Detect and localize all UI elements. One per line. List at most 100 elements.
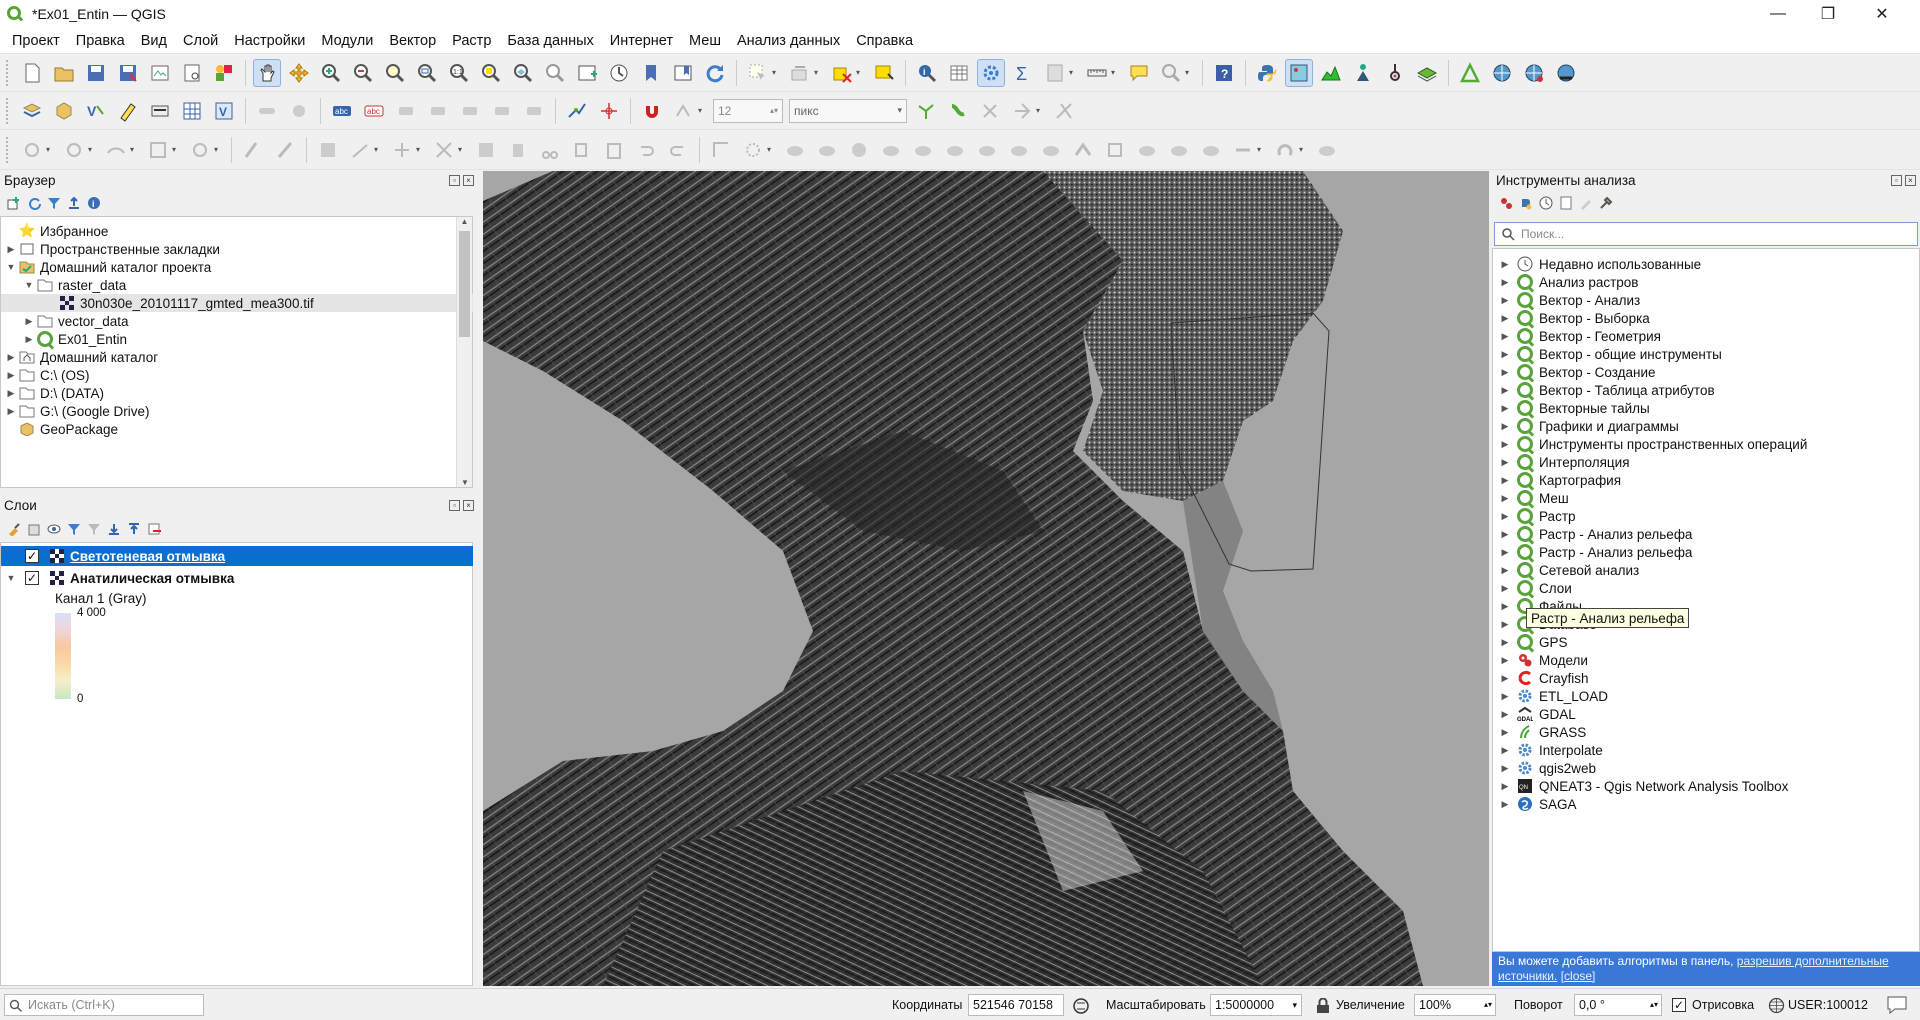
- scale-combo[interactable]: 1:5000000 ▾: [1210, 994, 1302, 1016]
- select-by-value-button[interactable]: [786, 59, 814, 87]
- snapping-button[interactable]: [563, 97, 591, 125]
- trace-tool-button[interactable]: [912, 97, 940, 125]
- digitize-button[interactable]: [114, 97, 142, 125]
- processing-item[interactable]: ▶ Векторные тайлы: [1499, 399, 1650, 417]
- expand-arrow-icon[interactable]: ▶: [1499, 601, 1511, 612]
- cross-tool-button[interactable]: [976, 97, 1004, 125]
- paste-features-button[interactable]: [600, 136, 628, 164]
- menu-plugins[interactable]: Модули: [313, 28, 381, 54]
- close-panel-button[interactable]: ×: [463, 500, 474, 511]
- trace-snap-button[interactable]: [944, 97, 972, 125]
- crs-label[interactable]: USER:100012: [1788, 994, 1868, 1016]
- label-unit-combo[interactable]: пикс ▾: [789, 98, 907, 123]
- processing-item[interactable]: ▶ Вектор - Создание: [1499, 363, 1656, 381]
- label-move-button[interactable]: [456, 97, 484, 125]
- modify-attributes-button[interactable]: [472, 136, 500, 164]
- expand-arrow-icon[interactable]: ▶: [1499, 529, 1511, 540]
- attribute-table-button[interactable]: [945, 59, 973, 87]
- layer-item-hillshade[interactable]: ✓ Светотеневая отмывка: [1, 546, 473, 566]
- new-project-button[interactable]: [18, 59, 46, 87]
- map-tips-button[interactable]: [1125, 59, 1153, 87]
- python-console-button[interactable]: [1253, 59, 1281, 87]
- menu-web[interactable]: Интернет: [602, 28, 681, 54]
- browser-item-home[interactable]: ▶ Домашний каталог: [5, 348, 159, 366]
- maximize-button[interactable]: ❐: [1804, 0, 1852, 28]
- shape-tool-16-button[interactable]: [1271, 136, 1299, 164]
- expand-arrow-icon[interactable]: ▶: [1499, 295, 1511, 306]
- refresh-button[interactable]: [701, 59, 729, 87]
- profile-tool-button[interactable]: [1317, 59, 1345, 87]
- shape-tool-2-button[interactable]: [813, 136, 841, 164]
- processing-item[interactable]: ▶ ETL_LOAD: [1499, 687, 1609, 705]
- processing-item[interactable]: ▶ Crayfish: [1499, 669, 1589, 687]
- browser-item-raster-data[interactable]: ▼ raster_data: [23, 276, 127, 294]
- menu-project[interactable]: Проект: [4, 28, 68, 54]
- expand-arrow-icon[interactable]: ▶: [1499, 421, 1511, 432]
- print-layout-button[interactable]: [146, 59, 174, 87]
- redo-button[interactable]: [664, 136, 692, 164]
- expand-arrow-icon[interactable]: ▶: [1499, 385, 1511, 396]
- manage-themes-icon[interactable]: [46, 521, 62, 537]
- expand-arrow-icon[interactable]: ▶: [1499, 655, 1511, 666]
- browser-scrollbar[interactable]: ▲ ▼: [456, 217, 472, 487]
- messages-icon[interactable]: [1886, 995, 1908, 1018]
- processing-item[interactable]: ▶ Вектор - общие инструменты: [1499, 345, 1722, 363]
- processing-item[interactable]: ▶ Вектор - Таблица атрибутов: [1499, 381, 1715, 399]
- expand-arrow-icon[interactable]: ▶: [1499, 367, 1511, 378]
- deselect-button[interactable]: [828, 59, 856, 87]
- processing-item[interactable]: ▶ Слои: [1499, 579, 1572, 597]
- layer-visibility-checkbox[interactable]: ✓: [25, 571, 39, 585]
- menu-vector[interactable]: Вектор: [381, 28, 444, 54]
- triangle-plugin-button[interactable]: [1456, 59, 1484, 87]
- close-panel-button[interactable]: ×: [463, 175, 474, 186]
- expand-arrow-icon[interactable]: ▶: [1499, 673, 1511, 684]
- menu-view[interactable]: Вид: [133, 28, 175, 54]
- offset-curve-button[interactable]: [60, 136, 88, 164]
- save-project-button[interactable]: [82, 59, 110, 87]
- options-icon[interactable]: [1598, 195, 1614, 211]
- label-tool-2-button[interactable]: [285, 97, 313, 125]
- zoom-in-button[interactable]: [317, 59, 345, 87]
- processing-item[interactable]: ▶ Вектор - Выборка: [1499, 309, 1650, 327]
- expand-arrow-icon[interactable]: ▶: [1499, 781, 1511, 792]
- expand-arrow-icon[interactable]: ▶: [1499, 349, 1511, 360]
- edit-features-in-place-icon[interactable]: [1578, 195, 1594, 211]
- processing-item[interactable]: ▶ Инструменты пространственных операций: [1499, 435, 1807, 453]
- add-raster-button[interactable]: [178, 97, 206, 125]
- close-panel-button[interactable]: ×: [1905, 175, 1916, 186]
- expand-arrow-icon[interactable]: ▶: [1499, 331, 1511, 342]
- processing-item[interactable]: ▶ Сетевой анализ: [1499, 561, 1639, 579]
- processing-item[interactable]: ▶ GRASS: [1499, 723, 1587, 741]
- expand-arrow-icon[interactable]: ▶: [1499, 475, 1511, 486]
- advanced-digitizing-button[interactable]: [707, 136, 735, 164]
- float-panel-button[interactable]: ▫: [1891, 175, 1902, 186]
- globe-plugin-2-button[interactable]: [1520, 59, 1548, 87]
- processing-toolbox-button[interactable]: [977, 58, 1005, 87]
- models-icon[interactable]: [1498, 195, 1514, 211]
- new-geopackage-button[interactable]: [50, 97, 78, 125]
- shape-tool-13-button[interactable]: [1165, 136, 1193, 164]
- expand-arrow-icon[interactable]: ▶: [1499, 583, 1511, 594]
- select-location-button[interactable]: [870, 59, 898, 87]
- select-features-button[interactable]: [744, 59, 772, 87]
- shape-digitizing-button[interactable]: [739, 136, 767, 164]
- zoom-out-button[interactable]: [349, 59, 377, 87]
- statistics-button[interactable]: Σ: [1009, 59, 1037, 87]
- zoom-rubberband-button[interactable]: [381, 59, 409, 87]
- help-button[interactable]: ?: [1210, 59, 1238, 87]
- shape-tool-7-button[interactable]: [973, 136, 1001, 164]
- processing-item[interactable]: ▶ Вектор - Геометрия: [1499, 327, 1661, 345]
- processing-item[interactable]: ▶ SAGA: [1499, 795, 1577, 813]
- toolbar-handle[interactable]: [6, 59, 12, 86]
- expand-arrow-icon[interactable]: ▶: [1499, 709, 1511, 720]
- fill-ring-button[interactable]: [186, 136, 214, 164]
- expand-arrow-icon[interactable]: ▶: [1499, 565, 1511, 576]
- vertex-tool-button[interactable]: [595, 97, 623, 125]
- current-edits-button[interactable]: [239, 136, 267, 164]
- expand-arrow-icon[interactable]: ▶: [1499, 493, 1511, 504]
- expand-arrow-icon[interactable]: ▶: [1499, 619, 1511, 630]
- zoom-full-button[interactable]: [413, 59, 441, 87]
- processing-item[interactable]: ▶ GDAL GDAL: [1499, 705, 1576, 723]
- layer-stack-button[interactable]: [1413, 59, 1441, 87]
- rotate-point-button[interactable]: [18, 136, 46, 164]
